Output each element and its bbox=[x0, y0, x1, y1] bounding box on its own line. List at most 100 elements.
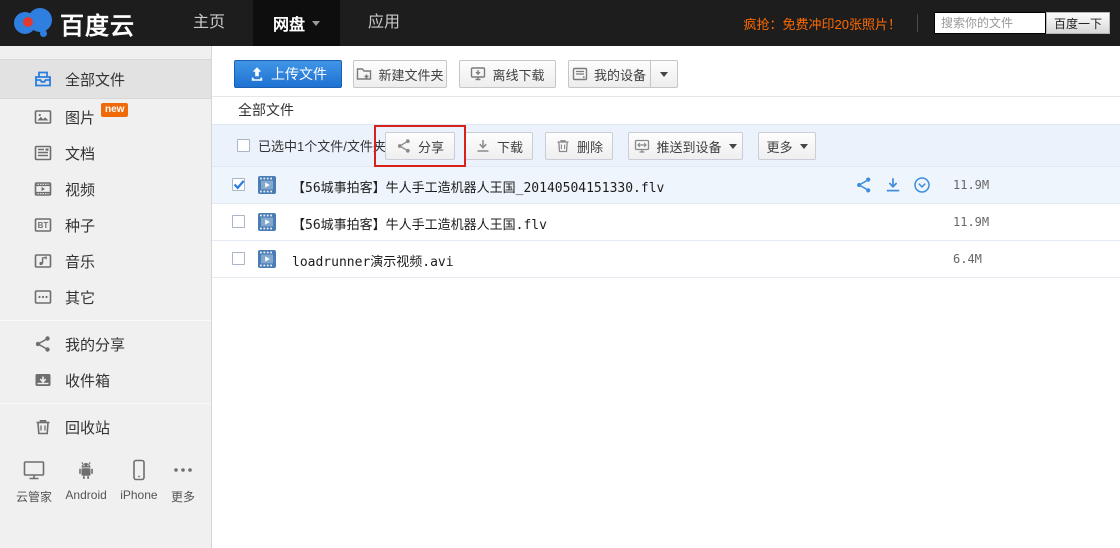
bt-icon: BT bbox=[33, 215, 53, 235]
sidebar-item-music[interactable]: 音乐 bbox=[0, 243, 211, 279]
row-share-icon[interactable] bbox=[855, 176, 873, 194]
upload-file-button[interactable]: 上传文件 bbox=[234, 60, 342, 88]
sidebar-item-other[interactable]: 其它 bbox=[0, 279, 211, 315]
file-row[interactable]: 【56城事拍客】牛人手工造机器人王国.flv 11.9M bbox=[212, 204, 1120, 241]
sidebar-item-images[interactable]: 图片 new bbox=[0, 99, 211, 135]
app-label: iPhone bbox=[120, 488, 157, 502]
android-icon bbox=[74, 458, 98, 482]
push-to-device-icon bbox=[634, 138, 650, 154]
sidebar-item-label: 文档 bbox=[65, 143, 95, 164]
share-label: 分享 bbox=[418, 137, 444, 156]
caret-down-icon bbox=[800, 144, 808, 153]
offline-download-label: 离线下载 bbox=[492, 65, 544, 84]
my-devices-label: 我的设备 bbox=[594, 65, 646, 84]
search-box: 百度一下 bbox=[934, 12, 1110, 34]
nav-home[interactable]: 主页 bbox=[175, 0, 243, 46]
sidebar-item-label: 图片 bbox=[65, 107, 95, 128]
app-android[interactable]: Android bbox=[65, 458, 106, 505]
trash-icon bbox=[33, 417, 53, 437]
delete-label: 删除 bbox=[577, 137, 603, 156]
sidebar-divider bbox=[0, 320, 211, 321]
new-badge: new bbox=[101, 103, 128, 117]
video-file-icon bbox=[258, 250, 276, 268]
offline-download-icon bbox=[470, 66, 486, 82]
images-icon bbox=[33, 107, 53, 127]
row-checkbox-checked[interactable] bbox=[232, 178, 245, 191]
main-toolbar: 上传文件 新建文件夹 离线下载 我的设备 bbox=[212, 46, 1120, 97]
sidebar: 全部文件 图片 new 文档 视频 bbox=[0, 46, 212, 548]
all-files-icon bbox=[33, 69, 53, 89]
more-label: 更多 bbox=[766, 137, 792, 156]
sidebar-item-all-files[interactable]: 全部文件 bbox=[0, 59, 211, 99]
nav-netdisk[interactable]: 网盘 bbox=[253, 0, 340, 46]
sidebar-item-my-shares[interactable]: 我的分享 bbox=[0, 326, 211, 362]
row-checkbox[interactable] bbox=[232, 215, 245, 228]
app-label: 云管家 bbox=[16, 488, 52, 505]
app-cloud-manager[interactable]: 云管家 bbox=[16, 458, 52, 505]
ellipsis-box-icon bbox=[33, 287, 53, 307]
docs-icon bbox=[33, 143, 53, 163]
row-more-circle-icon[interactable] bbox=[913, 176, 931, 194]
video-file-icon bbox=[258, 213, 276, 231]
promo-link[interactable]: 疯抢：免费冲印20张照片！ bbox=[744, 14, 901, 33]
file-row[interactable]: 【56城事拍客】牛人手工造机器人王国_20140504151330.flv 11… bbox=[212, 167, 1120, 204]
app-label: 更多 bbox=[171, 488, 195, 505]
caret-down-icon bbox=[729, 144, 737, 153]
sidebar-divider bbox=[0, 403, 211, 404]
row-actions bbox=[855, 176, 942, 194]
file-size: 11.9M bbox=[953, 215, 989, 229]
upload-icon bbox=[249, 66, 265, 82]
sidebar-item-torrents[interactable]: BT 种子 bbox=[0, 207, 211, 243]
delete-button[interactable]: 删除 bbox=[545, 132, 613, 160]
baidu-cloud-logo[interactable]: 百度云 bbox=[14, 6, 135, 41]
row-download-icon[interactable] bbox=[884, 176, 902, 194]
app-iphone[interactable]: iPhone bbox=[120, 458, 157, 505]
my-devices-button[interactable]: 我的设备 bbox=[568, 60, 678, 88]
sidebar-item-label: 我的分享 bbox=[65, 334, 125, 355]
select-all-checkbox[interactable] bbox=[237, 139, 250, 152]
new-folder-button[interactable]: 新建文件夹 bbox=[353, 60, 447, 88]
file-name[interactable]: 【56城事拍客】牛人手工造机器人王国_20140504151330.flv bbox=[292, 177, 664, 196]
download-icon bbox=[475, 138, 491, 154]
file-size: 6.4M bbox=[953, 252, 982, 266]
breadcrumb: 全部文件 bbox=[212, 97, 1120, 124]
share-icon bbox=[396, 138, 412, 154]
file-row[interactable]: loadrunner演示视频.avi 6.4M bbox=[212, 241, 1120, 278]
navbar-divider bbox=[917, 14, 918, 32]
my-devices-dropdown[interactable] bbox=[650, 61, 677, 87]
download-button[interactable]: 下载 bbox=[465, 132, 533, 160]
more-button[interactable]: 更多 bbox=[758, 132, 816, 160]
share-button[interactable]: 分享 bbox=[385, 132, 455, 160]
upload-file-label: 上传文件 bbox=[271, 64, 327, 84]
search-input[interactable] bbox=[934, 12, 1046, 34]
sidebar-item-docs[interactable]: 文档 bbox=[0, 135, 211, 171]
chevron-down-icon bbox=[312, 21, 320, 30]
push-to-device-button[interactable]: 推送到设备 bbox=[628, 132, 743, 160]
cloud-logo-icon bbox=[14, 8, 52, 38]
sidebar-item-label: 视频 bbox=[65, 179, 95, 200]
video-file-icon bbox=[258, 176, 276, 194]
sidebar-item-label: 回收站 bbox=[65, 417, 110, 438]
caret-down-icon bbox=[660, 72, 668, 81]
top-navbar: 百度云 主页 网盘 应用 疯抢：免费冲印20张照片！ 百度一下 bbox=[0, 0, 1120, 46]
sidebar-item-label: 收件箱 bbox=[65, 370, 110, 391]
download-label: 下载 bbox=[497, 137, 523, 156]
my-devices-icon bbox=[572, 66, 588, 82]
inbox-icon bbox=[33, 370, 53, 390]
main-content: 上传文件 新建文件夹 离线下载 我的设备 bbox=[212, 46, 1120, 548]
selection-toolbar: 已选中1个文件/文件夹 分享 下载 删除 bbox=[212, 124, 1120, 167]
sidebar-item-recycle-bin[interactable]: 回收站 bbox=[0, 409, 211, 445]
app-more[interactable]: 更多 bbox=[171, 458, 195, 505]
search-button[interactable]: 百度一下 bbox=[1046, 12, 1110, 34]
row-checkbox[interactable] bbox=[232, 252, 245, 265]
offline-download-button[interactable]: 离线下载 bbox=[459, 60, 556, 88]
push-to-device-label: 推送到设备 bbox=[656, 137, 721, 156]
sidebar-item-label: 其它 bbox=[65, 287, 95, 308]
file-name[interactable]: 【56城事拍客】牛人手工造机器人王国.flv bbox=[292, 214, 547, 233]
sidebar-item-inbox[interactable]: 收件箱 bbox=[0, 362, 211, 398]
sidebar-item-videos[interactable]: 视频 bbox=[0, 171, 211, 207]
phone-icon bbox=[127, 458, 151, 482]
videos-icon bbox=[33, 179, 53, 199]
file-name[interactable]: loadrunner演示视频.avi bbox=[292, 251, 454, 270]
nav-apps[interactable]: 应用 bbox=[350, 0, 418, 46]
